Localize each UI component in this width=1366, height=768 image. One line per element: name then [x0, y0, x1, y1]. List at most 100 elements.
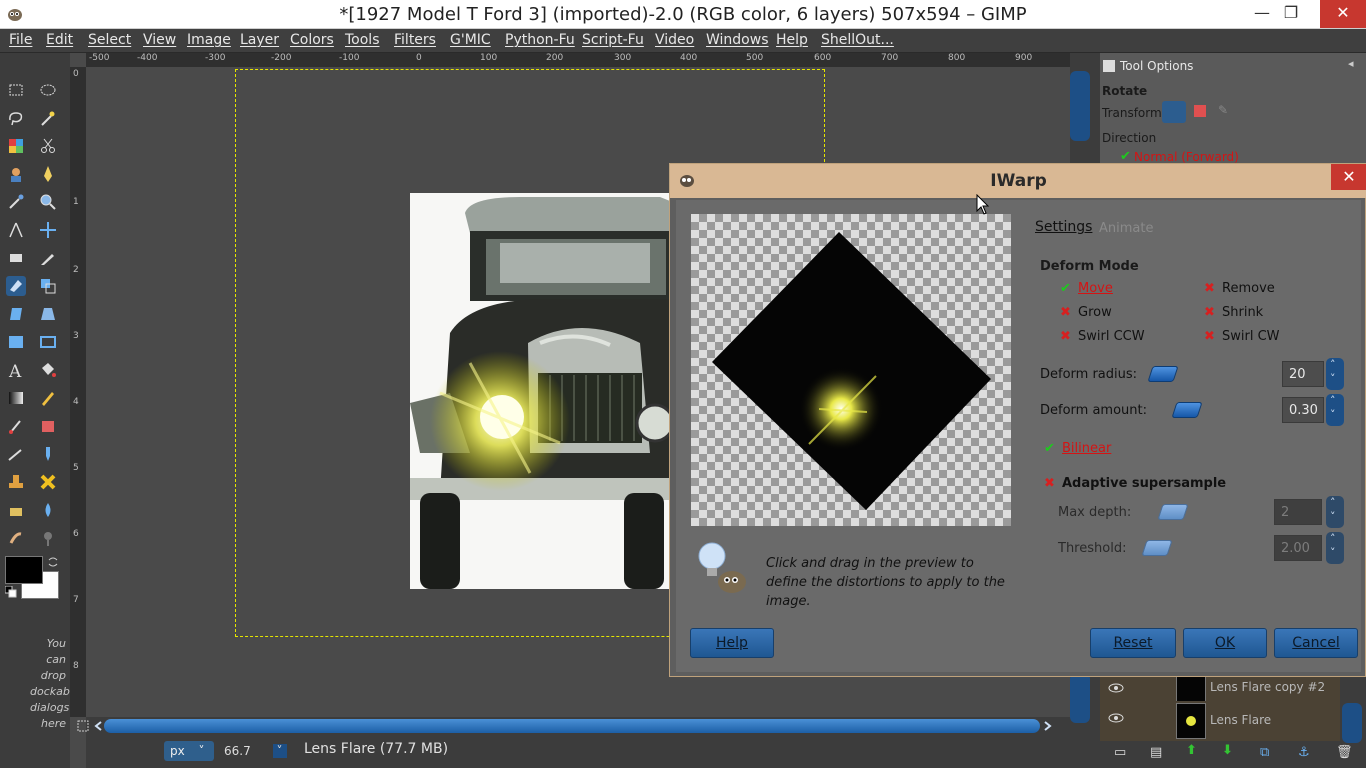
move-tool[interactable] — [38, 220, 58, 240]
ellipse-select-tool[interactable] — [38, 80, 58, 100]
menu-tools[interactable]: Tools — [345, 32, 380, 48]
mode-swirl-cw-radio[interactable]: ✖ Swirl CW — [1204, 329, 1280, 344]
mode-grow-radio[interactable]: ✖ Grow — [1060, 305, 1112, 320]
mode-remove-radio[interactable]: ✖ Remove — [1204, 281, 1275, 296]
navigate-icon[interactable] — [76, 719, 90, 733]
rotate-tool[interactable] — [6, 276, 26, 296]
duplicate-layer-icon[interactable]: ⧉ — [1260, 745, 1269, 760]
menu-gmic[interactable]: G'MIC — [450, 32, 491, 48]
ok-button[interactable]: OK — [1183, 628, 1267, 658]
text-tool[interactable]: A — [6, 360, 26, 382]
dialog-title-bar[interactable]: IWarp ✕ — [670, 164, 1366, 198]
foreground-select-tool[interactable] — [6, 164, 26, 184]
menu-edit[interactable]: Edit — [46, 32, 73, 48]
pencil-tool[interactable] — [38, 388, 58, 408]
close-window-button[interactable]: ✕ — [1320, 0, 1366, 28]
tab-settings[interactable]: Settings — [1035, 219, 1092, 235]
menu-help[interactable]: Help — [776, 32, 808, 48]
mode-shrink-radio[interactable]: ✖ Shrink — [1204, 305, 1263, 320]
rect-select-tool[interactable] — [6, 80, 26, 100]
paintbrush-tool[interactable] — [6, 416, 26, 436]
dialog-close-button[interactable]: ✕ — [1331, 164, 1366, 190]
align-tool[interactable] — [6, 248, 26, 268]
crop-tool[interactable] — [38, 248, 58, 268]
deform-radius-input[interactable]: 20 — [1282, 361, 1324, 387]
perspective-tool[interactable] — [38, 304, 58, 324]
layers-scrollbar[interactable] — [1342, 703, 1362, 743]
shear-tool[interactable] — [6, 304, 26, 324]
ink-tool[interactable] — [38, 444, 58, 464]
menu-script-fu[interactable]: Script-Fu — [582, 32, 644, 48]
menu-file[interactable]: File — [9, 32, 32, 48]
fuzzy-select-tool[interactable] — [38, 108, 58, 128]
deform-amount-spinner[interactable] — [1326, 394, 1344, 426]
scissors-select-tool[interactable] — [38, 136, 58, 156]
menu-colors[interactable]: Colors — [290, 32, 334, 48]
transform-layer-button[interactable] — [1162, 101, 1186, 123]
direction-normal[interactable]: Normal (Forward) — [1134, 150, 1239, 164]
foreground-color-swatch[interactable] — [5, 556, 43, 584]
anchor-layer-icon[interactable]: ⚓ — [1298, 745, 1310, 760]
blend-tool[interactable] — [6, 388, 26, 408]
scale-tool[interactable] — [38, 276, 58, 296]
mode-swirl-ccw-radio[interactable]: ✖ Swirl CCW — [1060, 329, 1145, 344]
menu-layer[interactable]: Layer — [240, 32, 279, 48]
zoom-selector[interactable]: 66.7 ˅ — [220, 741, 300, 761]
select-by-color-tool[interactable] — [6, 136, 26, 156]
eraser-tool[interactable] — [38, 416, 58, 436]
new-layer-icon[interactable]: ▭ — [1114, 745, 1126, 760]
measure-tool[interactable] — [6, 220, 26, 240]
transform-selection-button[interactable] — [1194, 105, 1206, 117]
blur-sharpen-tool[interactable] — [38, 500, 58, 520]
cage-transform-tool[interactable] — [38, 332, 58, 352]
menu-python-fu[interactable]: Python-Fu — [505, 32, 575, 48]
free-select-tool[interactable] — [6, 108, 26, 128]
smudge-tool[interactable] — [6, 528, 26, 548]
help-button[interactable]: Help — [690, 628, 774, 658]
paths-tool[interactable] — [38, 164, 58, 184]
bilinear-checkbox[interactable]: ✔ Bilinear — [1044, 441, 1111, 456]
heal-tool[interactable] — [38, 472, 58, 492]
flip-tool[interactable] — [6, 332, 26, 352]
menu-shellout[interactable]: ShellOut... — [821, 32, 894, 48]
raise-layer-icon[interactable]: ⬆ — [1186, 743, 1197, 758]
unit-selector[interactable]: px ˅ — [164, 741, 214, 761]
menu-select[interactable]: Select — [88, 32, 131, 48]
color-picker-tool[interactable] — [6, 192, 26, 212]
panel-menu-icon[interactable]: ◂ — [1348, 57, 1354, 70]
mode-move-radio[interactable]: ✔ Move — [1060, 281, 1113, 296]
clone-tool[interactable] — [6, 472, 26, 492]
deform-amount-slider[interactable] — [1171, 402, 1203, 418]
dodge-burn-tool[interactable] — [38, 528, 58, 548]
delete-layer-icon[interactable]: 🗑 — [1336, 745, 1353, 760]
bucket-fill-tool[interactable] — [38, 360, 58, 380]
eye-icon[interactable] — [1108, 681, 1124, 695]
cancel-button[interactable]: Cancel — [1274, 628, 1358, 658]
menu-windows[interactable]: Windows — [706, 32, 769, 48]
layer-row[interactable]: Lens Flare — [1100, 701, 1340, 741]
perspective-clone-tool[interactable] — [6, 500, 26, 520]
menu-video[interactable]: Video — [655, 32, 694, 48]
swap-colors-icon[interactable] — [47, 556, 59, 568]
new-layer-group-icon[interactable]: ▤ — [1150, 745, 1162, 760]
zoom-tool[interactable] — [38, 192, 58, 212]
deform-amount-input[interactable]: 0.30 — [1282, 397, 1324, 423]
maximize-button[interactable]: ❐ — [1274, 0, 1308, 28]
image-model-t-ford[interactable] — [410, 193, 670, 589]
eye-icon[interactable] — [1108, 711, 1124, 725]
scroll-right-icon[interactable] — [1040, 719, 1054, 733]
menu-filters[interactable]: Filters — [394, 32, 436, 48]
deform-radius-spinner[interactable] — [1326, 358, 1344, 390]
scroll-thumb[interactable] — [104, 719, 1040, 733]
menu-view[interactable]: View — [143, 32, 176, 48]
adaptive-supersample-checkbox[interactable]: ✖ Adaptive supersample — [1044, 476, 1226, 491]
dock-scrollbar[interactable] — [1070, 71, 1090, 141]
menu-image[interactable]: Image — [187, 32, 231, 48]
reset-button[interactable]: Reset — [1090, 628, 1176, 658]
scroll-left-icon[interactable] — [92, 719, 106, 733]
layers-left-scrollbar[interactable] — [1070, 673, 1090, 723]
horizontal-scrollbar[interactable] — [77, 717, 1070, 735]
default-colors-icon[interactable] — [5, 586, 17, 598]
airbrush-tool[interactable] — [6, 444, 26, 464]
tab-animate[interactable]: Animate — [1099, 221, 1153, 236]
